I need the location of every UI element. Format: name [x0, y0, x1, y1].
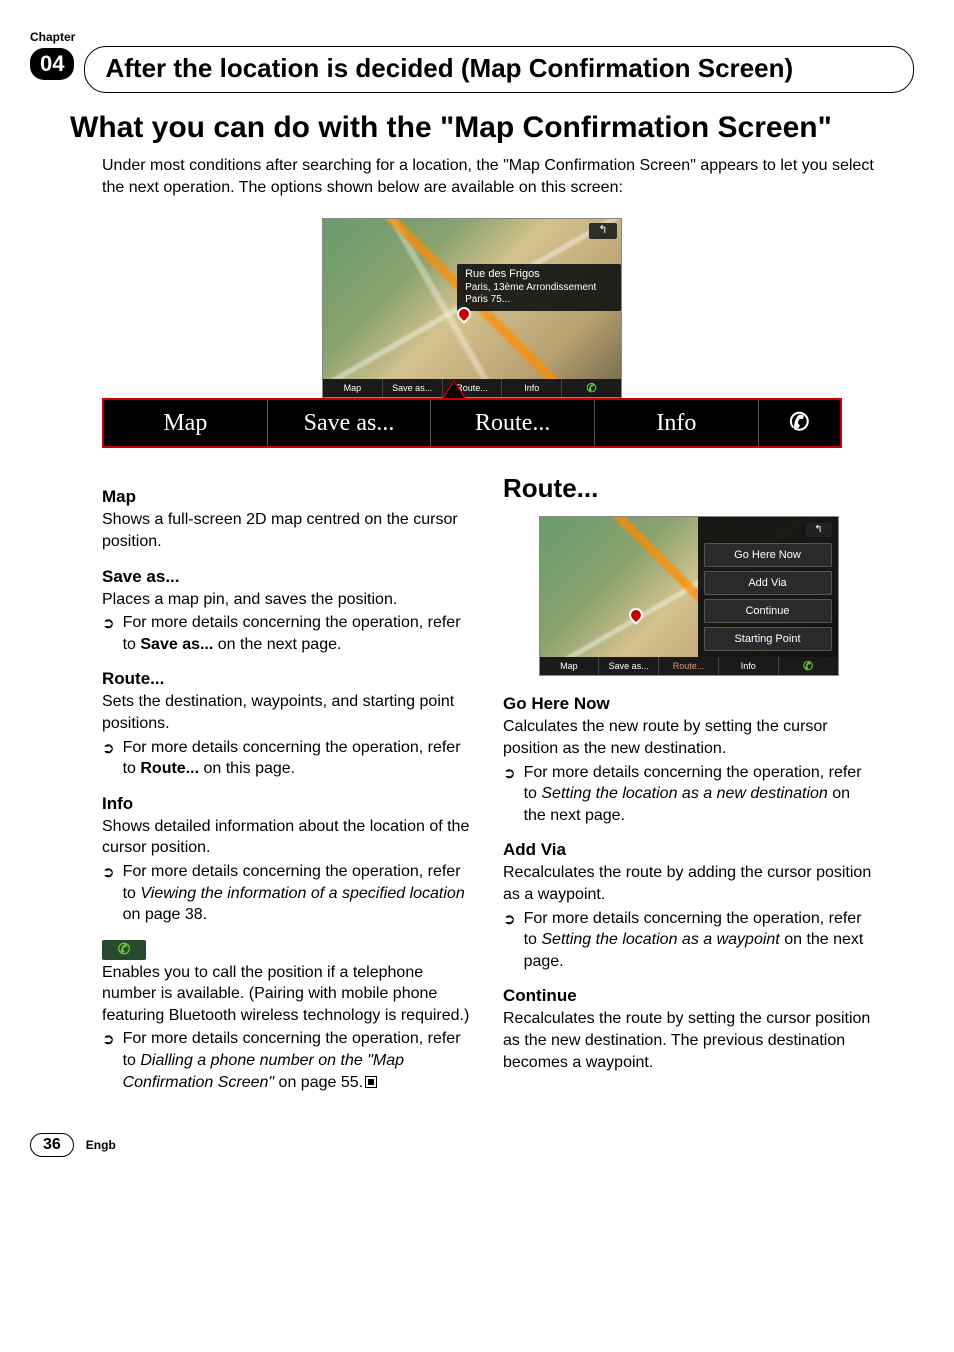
route-screenshot: ↰ Go Here Now Add Via Continue Starting … [539, 516, 839, 676]
phone-icon[interactable]: ✆ [562, 379, 621, 397]
bullet-text: For more details concerning the operatio… [123, 861, 473, 926]
toolbar-large: Map Save as... Route... Info ✆ [102, 398, 842, 448]
address-line1: Rue des Frigos [465, 268, 613, 282]
info-title: Info [102, 794, 473, 814]
bullet-icon: ➲ [102, 1030, 115, 1093]
map-area: ↰ Rue des Frigos Paris, 13ème Arrondisse… [323, 219, 621, 379]
bullet-icon: ➲ [503, 764, 516, 827]
info-text: Shows detailed information about the loc… [102, 816, 473, 859]
route-bullet: ➲ For more details concerning the operat… [102, 737, 473, 780]
add-via-title: Add Via [503, 840, 874, 860]
route-text: Sets the destination, waypoints, and sta… [102, 691, 473, 734]
toolbar-saveas-button[interactable]: Save as... [383, 379, 443, 397]
main-heading: What you can do with the "Map Confirmati… [70, 111, 914, 145]
route-title: Route... [102, 669, 473, 689]
saveas-text: Places a map pin, and saves the position… [102, 589, 473, 611]
back-icon[interactable]: ↰ [806, 523, 832, 537]
bullet-icon: ➲ [102, 863, 115, 926]
content-columns: Map Shows a full-screen 2D map centred o… [102, 473, 874, 1093]
route-map-area: ↰ Go Here Now Add Via Continue Starting … [540, 517, 838, 657]
back-icon[interactable]: ↰ [589, 223, 617, 239]
phone-bullet: ➲ For more details concerning the operat… [102, 1028, 473, 1093]
toolbar-callout: Map Save as... Route... Info ✆ [102, 398, 842, 448]
toolbar-map-button[interactable]: Map [104, 400, 268, 446]
toolbar-info-button[interactable]: Info [595, 400, 759, 446]
location-info-box: Rue des Frigos Paris, 13ème Arrondisseme… [457, 264, 621, 311]
chapter-label: Chapter [30, 30, 914, 44]
toolbar-route-button[interactable]: Route... [431, 400, 595, 446]
left-column: Map Shows a full-screen 2D map centred o… [102, 473, 473, 1093]
phone-icon[interactable]: ✆ [779, 657, 838, 675]
toolbar-map-button[interactable]: Map [323, 379, 383, 397]
saveas-title: Save as... [102, 567, 473, 587]
phone-icon[interactable]: ✆ [759, 400, 840, 446]
bullet-icon: ➲ [102, 739, 115, 780]
go-bullet: ➲ For more details concerning the operat… [503, 762, 874, 827]
map-text: Shows a full-screen 2D map centred on th… [102, 509, 473, 552]
address-line2: Paris, 13ème Arrondissement Paris 75... [465, 282, 613, 307]
language-label: Engb [86, 1138, 116, 1152]
chapter-title: After the location is decided (Map Confi… [105, 53, 893, 84]
go-here-now-title: Go Here Now [503, 694, 874, 714]
callout-pointer-icon [442, 380, 466, 398]
starting-point-button[interactable]: Starting Point [704, 627, 832, 651]
route-section-heading: Route... [503, 473, 874, 504]
end-mark-icon [365, 1076, 377, 1088]
bullet-icon: ➲ [102, 614, 115, 655]
right-column: Route... ↰ Go Here Now Add Via Continue … [503, 473, 874, 1093]
bullet-icon: ➲ [503, 910, 516, 973]
go-here-now-text: Calculates the new route by setting the … [503, 716, 874, 759]
bullet-text: For more details concerning the operatio… [123, 612, 473, 655]
toolbar-saveas-button[interactable]: Save as... [599, 657, 659, 675]
add-via-button[interactable]: Add Via [704, 571, 832, 595]
footer: 36 Engb [30, 1133, 914, 1157]
map-pin-icon [626, 605, 646, 625]
continue-title: Continue [503, 986, 874, 1006]
toolbar-map-button[interactable]: Map [540, 657, 600, 675]
toolbar-route-button[interactable]: Route... [659, 657, 719, 675]
continue-button[interactable]: Continue [704, 599, 832, 623]
chapter-title-wrap: After the location is decided (Map Confi… [84, 46, 914, 93]
chapter-number-badge: 04 [30, 48, 74, 80]
go-here-now-button[interactable]: Go Here Now [704, 543, 832, 567]
toolbar-saveas-button[interactable]: Save as... [268, 400, 432, 446]
header-row: 04 After the location is decided (Map Co… [30, 46, 914, 93]
route-menu: ↰ Go Here Now Add Via Continue Starting … [698, 517, 838, 657]
add-bullet: ➲ For more details concerning the operat… [503, 908, 874, 973]
bullet-text: For more details concerning the operatio… [524, 762, 874, 827]
toolbar-route: Map Save as... Route... Info ✆ [540, 657, 838, 675]
toolbar-info-button[interactable]: Info [502, 379, 562, 397]
map-confirmation-screenshot: ↰ Rue des Frigos Paris, 13ème Arrondisse… [322, 218, 622, 398]
map-title: Map [102, 487, 473, 507]
phone-icon: ✆ [102, 940, 146, 960]
phone-text: Enables you to call the position if a te… [102, 962, 473, 1027]
bullet-text: For more details concerning the operatio… [123, 737, 473, 780]
toolbar-small: Map Save as... Route... Info ✆ [323, 379, 621, 397]
toolbar-info-button[interactable]: Info [719, 657, 779, 675]
saveas-bullet: ➲ For more details concerning the operat… [102, 612, 473, 655]
intro-text: Under most conditions after searching fo… [102, 155, 874, 198]
info-bullet: ➲ For more details concerning the operat… [102, 861, 473, 926]
add-via-text: Recalculates the route by adding the cur… [503, 862, 874, 905]
bullet-text: For more details concerning the operatio… [524, 908, 874, 973]
bullet-text: For more details concerning the operatio… [123, 1028, 473, 1093]
continue-text: Recalculates the route by setting the cu… [503, 1008, 874, 1073]
page-number: 36 [30, 1133, 74, 1157]
